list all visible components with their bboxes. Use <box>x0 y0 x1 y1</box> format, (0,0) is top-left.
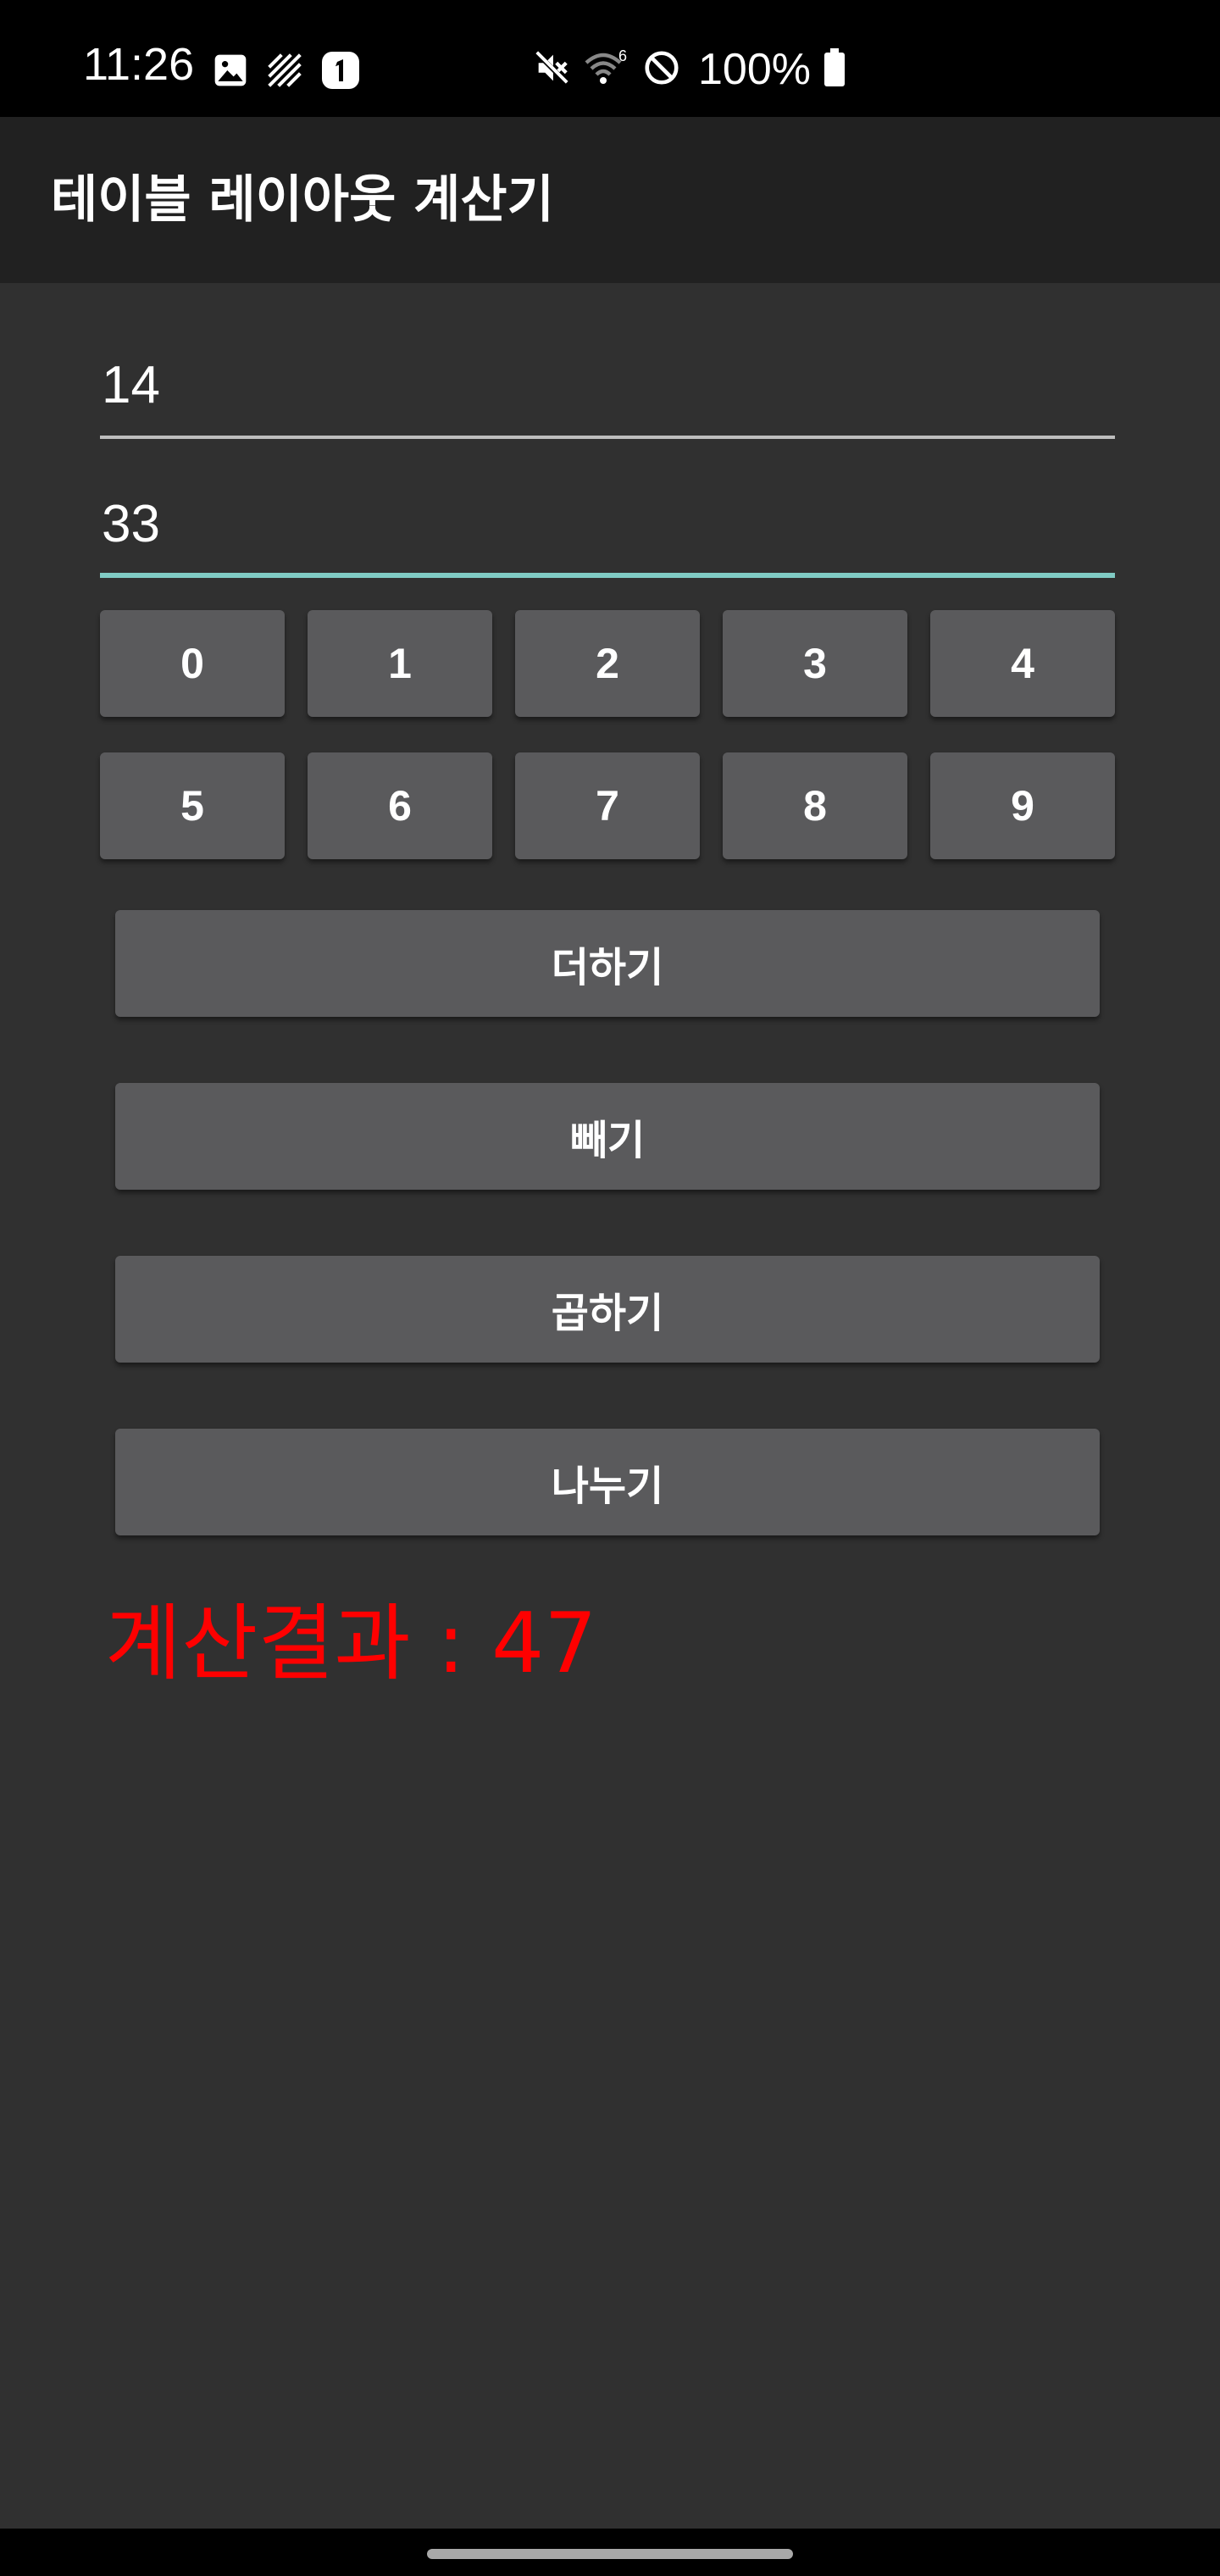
battery-percent: 100% <box>698 45 811 94</box>
app-title: 테이블 레이아웃 계산기 <box>51 170 554 230</box>
mute-icon <box>532 48 571 91</box>
image-icon <box>212 52 249 92</box>
digit-button-2[interactable]: 2 <box>515 610 700 717</box>
calculator-content: 0 1 2 3 4 5 6 7 8 9 더하기 빼기 곱하기 나누기 계산결과 … <box>0 283 1220 2529</box>
status-time: 11:26 <box>83 39 195 90</box>
divide-button[interactable]: 나누기 <box>115 1429 1100 1535</box>
no-signal-stripes-icon <box>266 52 303 92</box>
home-gesture-handle[interactable] <box>427 2549 793 2559</box>
navigation-bar <box>0 2529 1220 2576</box>
digit-button-8[interactable]: 8 <box>723 752 907 859</box>
notification-icons <box>212 49 361 95</box>
sim-1-icon <box>320 50 361 94</box>
status-bar: 11:26 6 100% <box>0 0 1220 117</box>
first-number-underline <box>100 436 1115 439</box>
first-number-input[interactable] <box>100 346 1115 439</box>
digit-button-1[interactable]: 1 <box>308 610 492 717</box>
second-number-underline-focused <box>100 573 1115 578</box>
digit-button-9[interactable]: 9 <box>930 752 1115 859</box>
first-number-field[interactable] <box>100 346 1115 439</box>
digit-button-5[interactable]: 5 <box>100 752 285 859</box>
multiply-button[interactable]: 곱하기 <box>115 1256 1100 1363</box>
second-number-field[interactable] <box>100 485 1115 578</box>
wifi-6-icon: 6 <box>583 47 630 92</box>
do-not-disturb-icon <box>642 48 681 91</box>
digit-button-4[interactable]: 4 <box>930 610 1115 717</box>
digit-button-6[interactable]: 6 <box>308 752 492 859</box>
digit-button-0[interactable]: 0 <box>100 610 285 717</box>
battery-full-icon <box>823 47 846 92</box>
app-bar: 테이블 레이아웃 계산기 <box>0 117 1220 283</box>
result-text: 계산결과 : 47 <box>105 1596 597 1692</box>
add-button[interactable]: 더하기 <box>115 910 1100 1017</box>
svg-text:6: 6 <box>618 47 627 64</box>
digit-button-3[interactable]: 3 <box>723 610 907 717</box>
subtract-button[interactable]: 빼기 <box>115 1083 1100 1190</box>
second-number-input[interactable] <box>100 485 1115 578</box>
digit-button-7[interactable]: 7 <box>515 752 700 859</box>
system-icons: 6 100% <box>532 44 846 95</box>
